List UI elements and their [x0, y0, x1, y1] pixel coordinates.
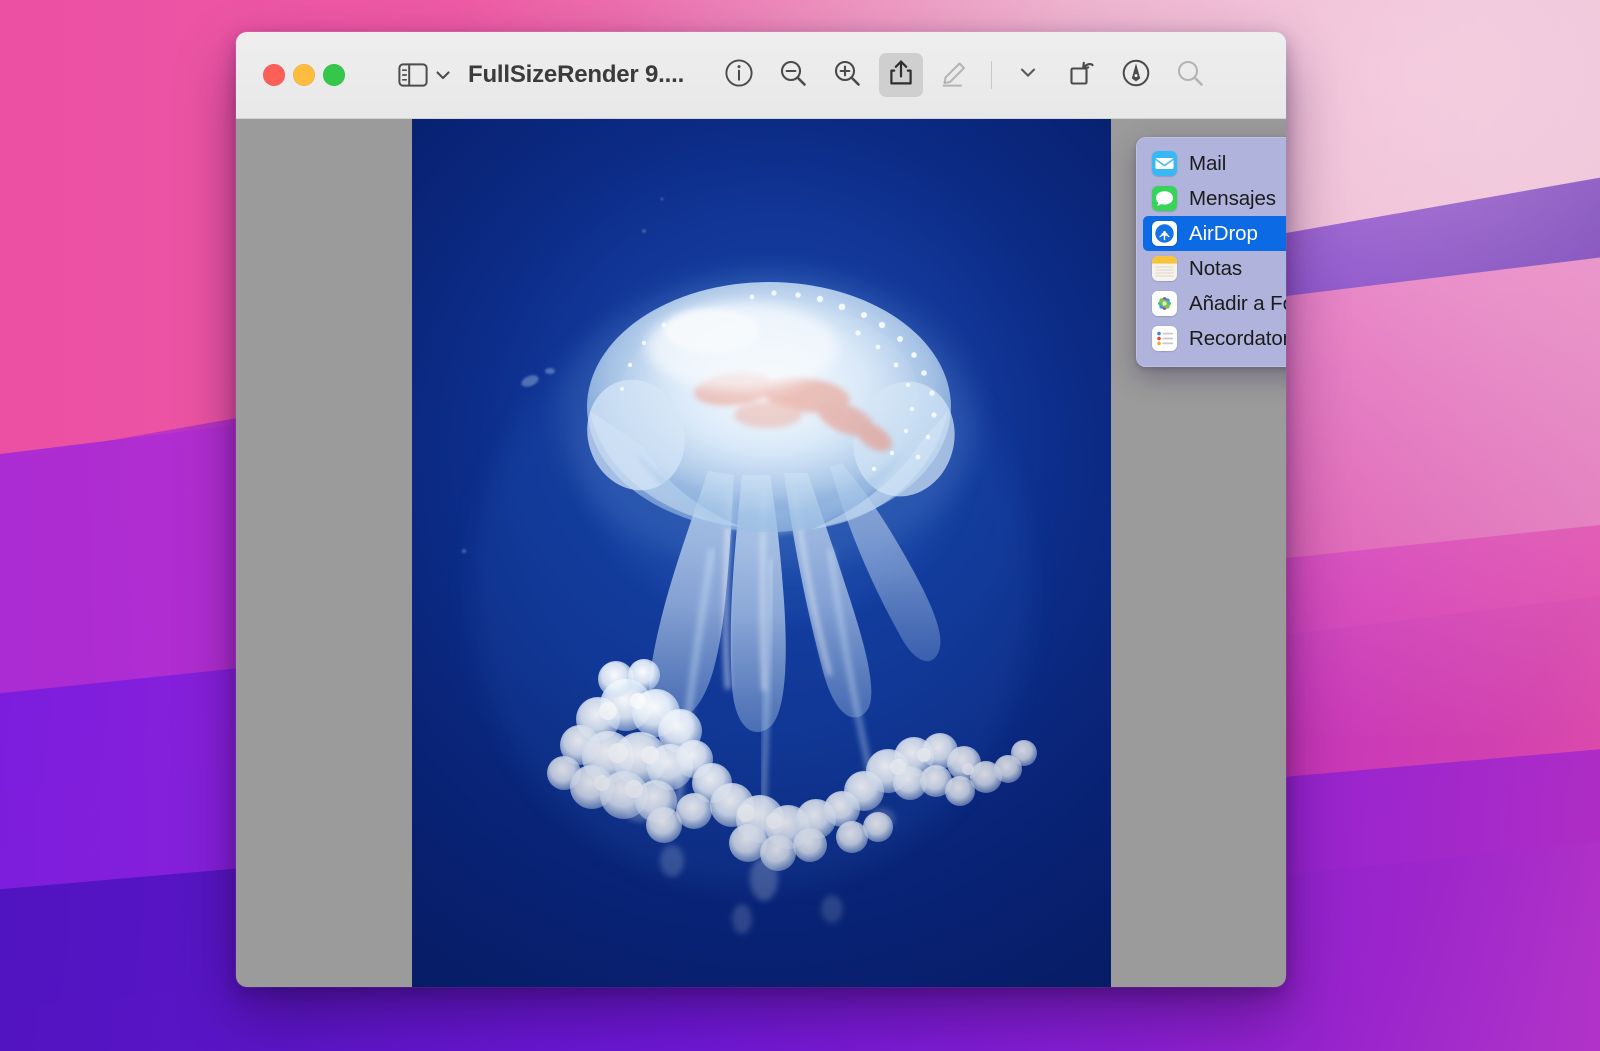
- notes-app-icon: [1152, 256, 1177, 281]
- close-button[interactable]: [263, 64, 285, 86]
- zoom-out-button[interactable]: [771, 53, 815, 97]
- rotate-button[interactable]: [1060, 53, 1104, 97]
- window-titlebar: FullSizeRender 9....: [236, 32, 1286, 119]
- pencil-underline-icon: [939, 58, 971, 93]
- menu-item-mensajes[interactable]: Mensajes: [1143, 181, 1286, 216]
- share-icon: [886, 58, 916, 93]
- search-icon: [1175, 58, 1205, 93]
- menu-item-airdrop[interactable]: AirDrop: [1143, 216, 1286, 251]
- toolbar-separator: [991, 61, 993, 89]
- preview-window[interactable]: FullSizeRender 9.... Mail Mensajes AirDr…: [236, 32, 1286, 987]
- share-button[interactable]: [879, 53, 924, 97]
- zoom-in-button[interactable]: [825, 53, 869, 97]
- traffic-lights: [263, 64, 345, 86]
- page-title: FullSizeRender 9....: [468, 61, 685, 88]
- airdrop-icon: [1152, 221, 1177, 246]
- info-circle-icon: [724, 58, 754, 93]
- menu-item-notas[interactable]: Notas: [1143, 251, 1286, 286]
- search-button[interactable]: [1168, 53, 1212, 97]
- mail-app-icon: [1152, 151, 1177, 176]
- menu-item-label: AirDrop: [1189, 221, 1258, 245]
- sidebar-icon[interactable]: [398, 63, 428, 87]
- desktop-wallpaper: FullSizeRender 9.... Mail Mensajes AirDr…: [0, 0, 1600, 1051]
- chevron-down-icon[interactable]: [435, 69, 451, 81]
- rotate-left-icon: [1067, 58, 1097, 93]
- annotate-button[interactable]: [1114, 53, 1158, 97]
- menu-item-label: Mensajes: [1189, 186, 1276, 210]
- menu-item-label: Mail: [1189, 151, 1227, 175]
- maximize-button[interactable]: [323, 64, 345, 86]
- menu-item-label: Notas: [1189, 256, 1243, 280]
- menu-item-mail[interactable]: Mail: [1143, 146, 1286, 181]
- image-view-area[interactable]: [236, 119, 1286, 987]
- reminders-app-icon: [1152, 326, 1177, 351]
- info-button[interactable]: [717, 53, 761, 97]
- menu-item-label: Recordatorios: [1189, 326, 1286, 350]
- magnifier-minus-icon: [778, 58, 808, 93]
- menu-item-anadir-a-fotos[interactable]: Añadir a Fotos: [1143, 286, 1286, 321]
- share-menu[interactable]: Mail Mensajes AirDrop Notas Añadir a F R…: [1136, 137, 1286, 367]
- menu-item-recordatorios[interactable]: Recordatorios: [1143, 321, 1286, 356]
- photo-vignette: [411, 119, 1111, 987]
- minimize-button[interactable]: [293, 64, 315, 86]
- messages-app-icon: [1152, 186, 1177, 211]
- photos-app-icon: [1152, 291, 1177, 316]
- sidebar-toggle-group[interactable]: [398, 63, 451, 87]
- markup-options-button[interactable]: [1006, 53, 1050, 97]
- menu-item-label: Añadir a Fotos: [1189, 291, 1286, 315]
- photo-canvas[interactable]: [411, 119, 1111, 987]
- chevron-down-icon: [1019, 66, 1037, 84]
- toolbar: [717, 53, 1212, 97]
- markup-button[interactable]: [933, 53, 977, 97]
- pen-nib-circle-icon: [1121, 58, 1151, 93]
- magnifier-plus-icon: [832, 58, 862, 93]
